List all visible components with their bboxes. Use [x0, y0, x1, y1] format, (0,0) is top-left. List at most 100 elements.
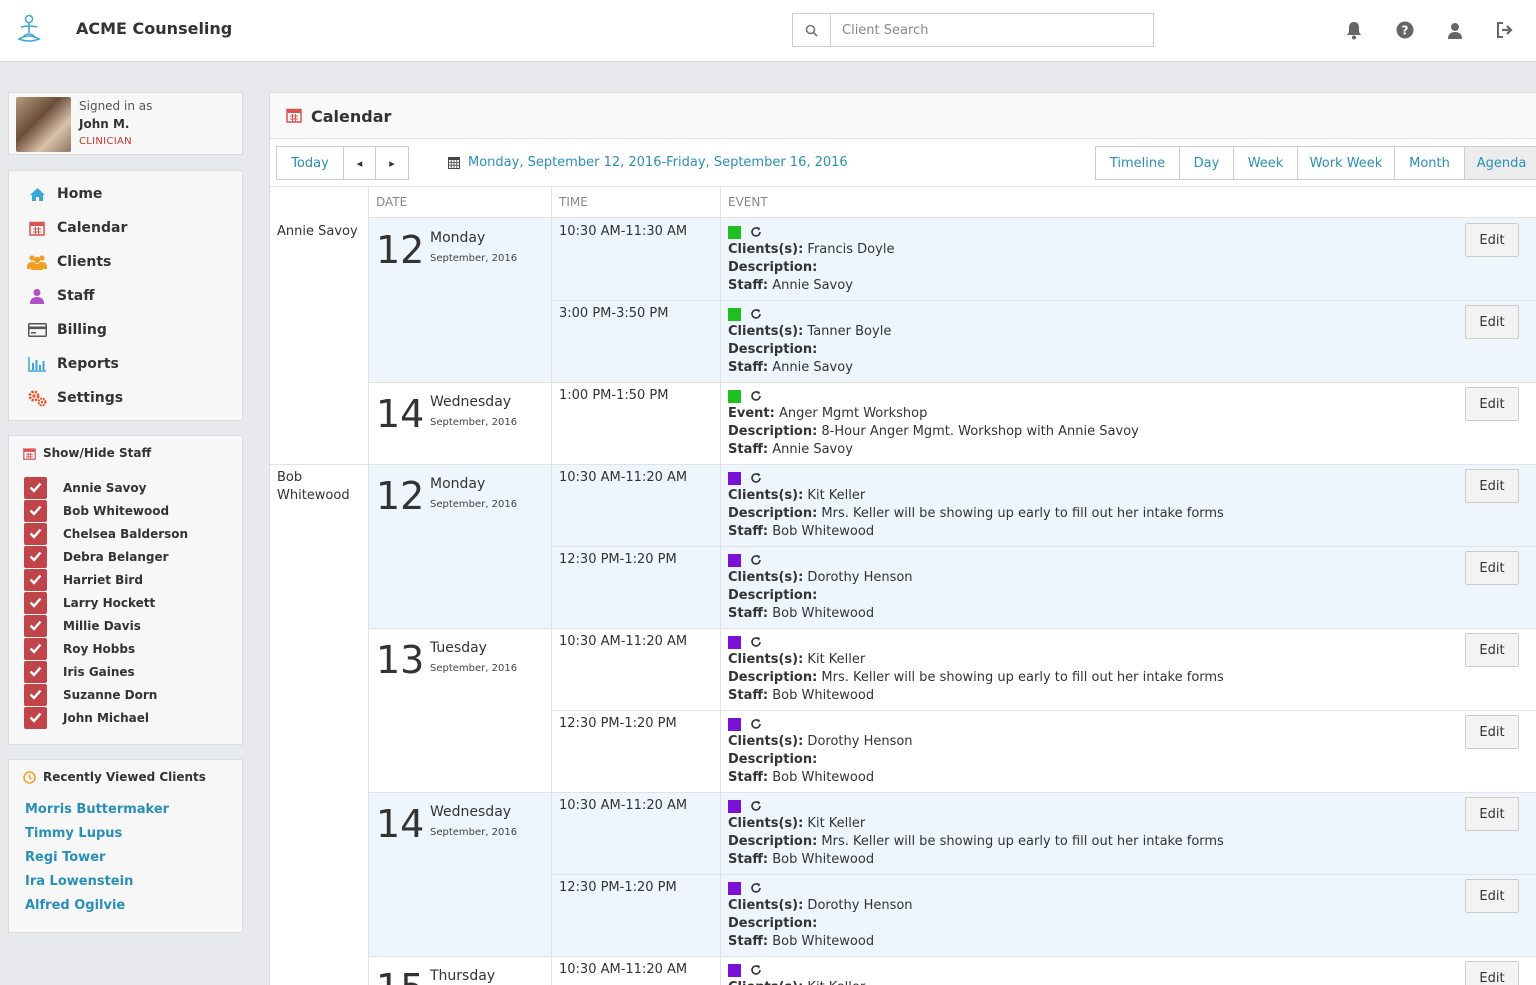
- meditation-logo-icon[interactable]: [12, 13, 46, 47]
- checkbox-checked-icon[interactable]: [24, 637, 47, 660]
- event-details[interactable]: Clients(s): Kit Keller Description: Mrs. …: [728, 797, 1224, 869]
- event-details[interactable]: Clients(s): Tanner Boyle Description: Staf…: [728, 305, 891, 377]
- event-icon-row: [728, 715, 913, 733]
- event-line-description: Description:: [728, 587, 913, 605]
- checkbox-checked-icon[interactable]: [24, 568, 47, 591]
- staff-toggle-row[interactable]: Iris Gaines: [24, 660, 135, 683]
- recurring-icon: [750, 308, 762, 320]
- recent-client-link[interactable]: Timmy Lupus: [25, 826, 122, 841]
- view-day-button[interactable]: Day: [1179, 146, 1234, 180]
- checkbox-checked-icon[interactable]: [24, 660, 47, 683]
- logout-icon[interactable]: [1494, 19, 1516, 41]
- day-name: Thursday: [430, 968, 496, 984]
- event-details[interactable]: Clients(s): Kit Keller: [728, 961, 865, 985]
- staff-toggle-row[interactable]: Annie Savoy: [24, 476, 146, 499]
- event-details[interactable]: Clients(s): Dorothy Henson Description: St…: [728, 551, 913, 623]
- view-work-week-button[interactable]: Work Week: [1297, 146, 1395, 180]
- checkbox-checked-icon[interactable]: [24, 545, 47, 568]
- checkbox-checked-icon[interactable]: [24, 499, 47, 522]
- signed-in-label: Signed in as: [79, 99, 153, 113]
- staff-toggle-row[interactable]: Chelsea Balderson: [24, 522, 188, 545]
- staff-toggle-row[interactable]: Debra Belanger: [24, 545, 169, 568]
- event-time: 12:30 PM-1:20 PM: [559, 880, 677, 895]
- color-swatch-icon: [728, 225, 741, 239]
- event-field-value: Annie Savoy: [768, 278, 853, 293]
- calendar-panel: Calendar Today ◂ ▸ Monday, September 12,…: [269, 92, 1536, 985]
- edit-event-button[interactable]: Edit: [1465, 223, 1519, 257]
- next-button[interactable]: ▸: [375, 146, 409, 180]
- view-week-button[interactable]: Week: [1233, 146, 1298, 180]
- date-range[interactable]: Monday, September 12, 2016-Friday, Septe…: [448, 155, 848, 170]
- today-button[interactable]: Today: [276, 146, 344, 180]
- nav-staff[interactable]: Staff: [27, 284, 95, 308]
- event-field-label: Clients(s):: [728, 242, 804, 257]
- edit-event-button[interactable]: Edit: [1465, 633, 1519, 667]
- event-details[interactable]: Clients(s): Francis Doyle Description: Sta…: [728, 223, 894, 295]
- client-search-input[interactable]: [831, 14, 1153, 46]
- nav-home[interactable]: Home: [27, 182, 102, 206]
- event-details[interactable]: Clients(s): Dorothy Henson Description: St…: [728, 879, 913, 951]
- search-icon[interactable]: [793, 14, 831, 46]
- show-hide-staff-panel: Show/Hide Staff Annie Savoy Bob Whitewood…: [8, 435, 243, 745]
- nav-clients[interactable]: Clients: [27, 250, 111, 274]
- main-nav: Home Calendar Clients Staff Billing Repo…: [8, 170, 243, 421]
- color-swatch-icon: [728, 799, 741, 813]
- billing-icon: [27, 321, 47, 339]
- event-field-value: Annie Savoy: [768, 360, 853, 375]
- staff-toggle-row[interactable]: John Michael: [24, 706, 149, 729]
- event-details[interactable]: Clients(s): Kit Keller Description: Mrs. …: [728, 633, 1224, 705]
- edit-event-button[interactable]: Edit: [1465, 961, 1519, 985]
- staff-toggle-row[interactable]: Millie Davis: [24, 614, 141, 637]
- event-field-value: Kit Keller: [803, 980, 865, 985]
- edit-event-button[interactable]: Edit: [1465, 305, 1519, 339]
- recent-client-link[interactable]: Regi Tower: [25, 850, 105, 865]
- day-number: 12: [376, 228, 425, 272]
- event-details[interactable]: Clients(s): Kit Keller Description: Mrs. …: [728, 469, 1224, 541]
- bell-icon[interactable]: [1343, 19, 1365, 41]
- recent-client-link[interactable]: Ira Lowenstein: [25, 874, 133, 889]
- day-month-year: September, 2016: [430, 417, 518, 428]
- event-field-value: Annie Savoy: [768, 442, 853, 457]
- event-line-primary: Clients(s): Kit Keller: [728, 651, 1224, 669]
- recurring-icon: [750, 554, 762, 566]
- event-time: 1:00 PM-1:50 PM: [559, 388, 669, 403]
- staff-toggle-row[interactable]: Suzanne Dorn: [24, 683, 157, 706]
- event-field-value: Bob Whitewood: [768, 524, 875, 539]
- staff-toggle-row[interactable]: Roy Hobbs: [24, 637, 135, 660]
- staff-toggle-row[interactable]: Harriet Bird: [24, 568, 143, 591]
- edit-event-button[interactable]: Edit: [1465, 797, 1519, 831]
- svg-text:?: ?: [1402, 24, 1409, 38]
- event-line-primary: Event: Anger Mgmt Workshop: [728, 405, 1139, 423]
- header-divider: [270, 186, 1536, 187]
- edit-event-button[interactable]: Edit: [1465, 879, 1519, 913]
- nav-calendar[interactable]: Calendar: [27, 216, 127, 240]
- staff-toggle-row[interactable]: Bob Whitewood: [24, 499, 169, 522]
- view-timeline-button[interactable]: Timeline: [1095, 146, 1180, 180]
- checkbox-checked-icon[interactable]: [24, 706, 47, 729]
- edit-event-button[interactable]: Edit: [1465, 551, 1519, 585]
- checkbox-checked-icon[interactable]: [24, 476, 47, 499]
- column-divider: [720, 218, 721, 985]
- checkbox-checked-icon[interactable]: [24, 683, 47, 706]
- previous-button[interactable]: ◂: [343, 146, 376, 180]
- edit-event-button[interactable]: Edit: [1465, 469, 1519, 503]
- checkbox-checked-icon[interactable]: [24, 591, 47, 614]
- view-agenda-button[interactable]: Agenda: [1464, 146, 1536, 180]
- nav-billing[interactable]: Billing: [27, 318, 107, 342]
- nav-reports[interactable]: Reports: [27, 352, 119, 376]
- day-divider: [368, 628, 1536, 629]
- event-details[interactable]: Event: Anger Mgmt Workshop Description: 8…: [728, 387, 1139, 459]
- checkbox-checked-icon[interactable]: [24, 522, 47, 545]
- help-icon[interactable]: ?: [1394, 19, 1416, 41]
- user-icon[interactable]: [1444, 19, 1466, 41]
- edit-event-button[interactable]: Edit: [1465, 715, 1519, 749]
- recent-client-link[interactable]: Morris Buttermaker: [25, 802, 169, 817]
- recent-client-link[interactable]: Alfred Ogilvie: [25, 898, 125, 913]
- edit-event-button[interactable]: Edit: [1465, 387, 1519, 421]
- view-month-button[interactable]: Month: [1394, 146, 1465, 180]
- event-details[interactable]: Clients(s): Dorothy Henson Description: St…: [728, 715, 913, 787]
- nav-settings[interactable]: Settings: [27, 386, 123, 410]
- checkbox-checked-icon[interactable]: [24, 614, 47, 637]
- event-field-label: Staff:: [728, 934, 769, 949]
- staff-toggle-row[interactable]: Larry Hockett: [24, 591, 155, 614]
